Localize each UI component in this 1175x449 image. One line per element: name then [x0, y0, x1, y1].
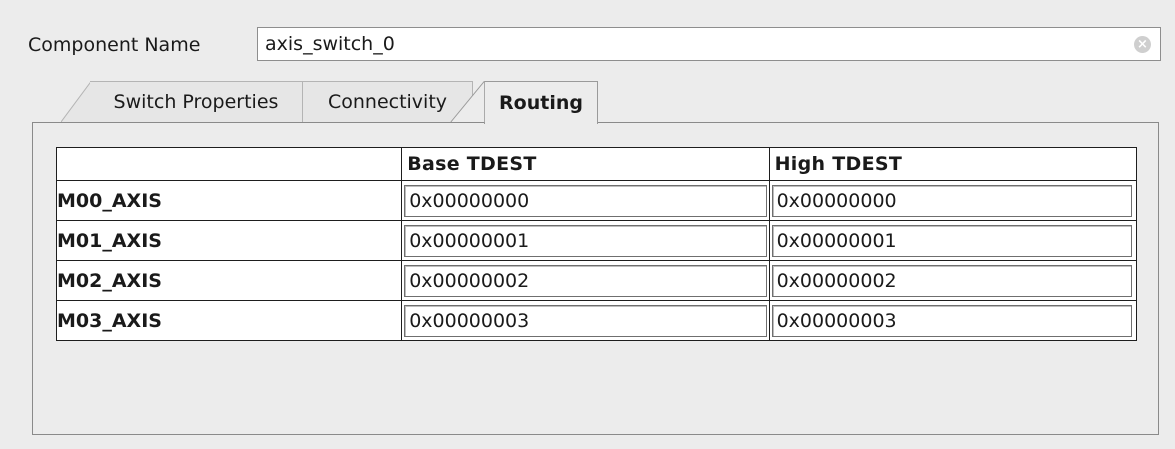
base-tdest-field[interactable]: 0x00000003: [404, 304, 767, 337]
tab-switch-properties[interactable]: Switch Properties: [90, 81, 303, 122]
component-name-field-wrap: ×: [257, 27, 1161, 61]
table-row: M01_AXIS 0x00000001 0x00000001: [55, 220, 1138, 261]
table-header-base-tdest: Base TDEST: [401, 147, 770, 181]
table-row: M00_AXIS 0x00000000 0x00000000: [55, 180, 1138, 221]
tab-slant-left: [61, 81, 91, 122]
tab-connectivity-label: Connectivity: [327, 91, 448, 113]
high-tdest-field[interactable]: 0x00000003: [771, 304, 1132, 337]
high-tdest-field[interactable]: 0x00000002: [771, 264, 1132, 297]
clear-icon[interactable]: ×: [1134, 36, 1151, 53]
tab-switch-properties-label: Switch Properties: [113, 91, 279, 113]
base-tdest-field[interactable]: 0x00000001: [404, 224, 767, 257]
table-row: M03_AXIS 0x00000003 0x00000003: [55, 300, 1138, 341]
row-name: M02_AXIS: [55, 260, 403, 301]
row-name: M00_AXIS: [55, 180, 403, 221]
routing-table: Base TDEST High TDEST M00_AXIS 0x0000000…: [55, 147, 1138, 341]
tab-slant-active: [450, 81, 485, 122]
table-header-row: Base TDEST High TDEST: [55, 147, 1138, 181]
component-name-row: Component Name: [28, 27, 200, 63]
table-row: M02_AXIS 0x00000002 0x00000002: [55, 260, 1138, 301]
base-tdest-field[interactable]: 0x00000002: [404, 264, 767, 297]
high-tdest-field[interactable]: 0x00000000: [771, 184, 1132, 217]
tab-connectivity[interactable]: Connectivity: [303, 81, 473, 122]
tab-routing[interactable]: Routing: [484, 81, 598, 124]
table-header-high-tdest: High TDEST: [768, 147, 1138, 181]
tab-routing-label: Routing: [499, 92, 583, 114]
base-tdest-field[interactable]: 0x00000000: [404, 184, 767, 217]
component-name-input[interactable]: [258, 29, 1125, 59]
component-name-label: Component Name: [28, 34, 201, 56]
row-name: M03_AXIS: [55, 300, 403, 341]
table-header-name: [55, 147, 403, 181]
high-tdest-field[interactable]: 0x00000001: [771, 224, 1132, 257]
row-name: M01_AXIS: [55, 220, 403, 261]
